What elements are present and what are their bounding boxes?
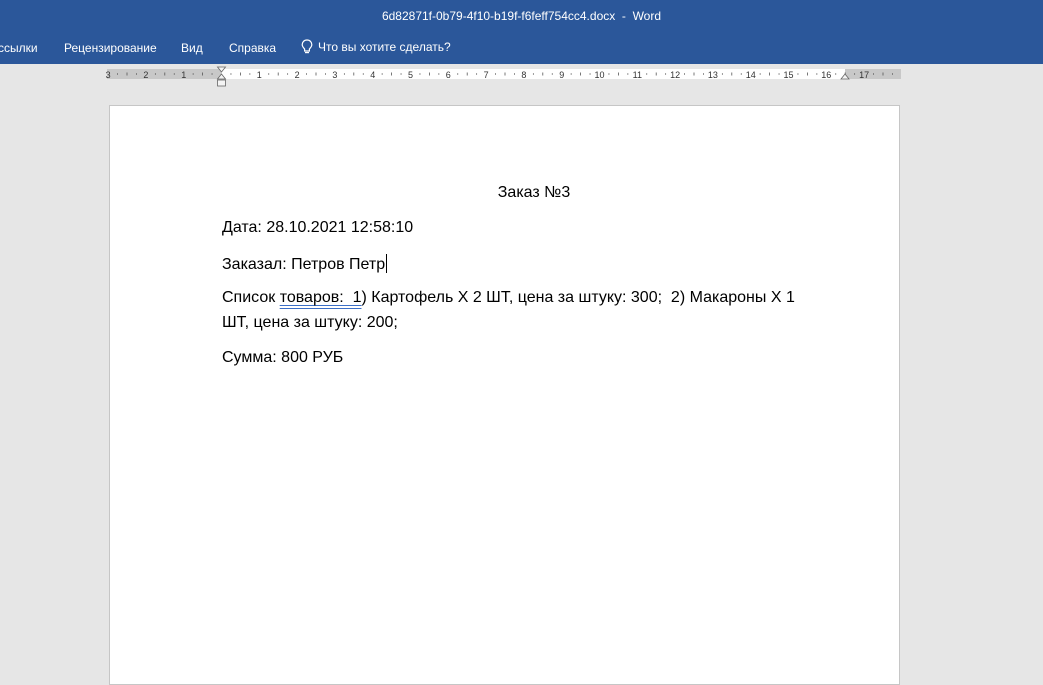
tab-view[interactable]: Вид	[181, 41, 203, 55]
ruler-label: 2	[295, 70, 300, 80]
ribbon-tab-bar: ссылки Рецензирование Вид Справка Что вы…	[0, 32, 1043, 64]
lightbulb-icon	[301, 39, 313, 54]
ruler-label: 8	[521, 70, 526, 80]
ruler-label-left: 2	[143, 70, 148, 80]
text-cursor	[386, 254, 388, 273]
sum-line: Сумма: 800 РУБ	[222, 349, 344, 366]
customer-text: Заказал: Петров Петр	[222, 256, 386, 273]
ruler-label: 17	[859, 70, 869, 80]
items-text-a: Список	[222, 289, 280, 306]
ruler-label: 10	[594, 70, 604, 80]
ruler-label-left: 3	[106, 70, 111, 80]
ruler-label: 5	[408, 70, 413, 80]
ruler-label: 4	[370, 70, 375, 80]
ruler-label: 16	[821, 70, 831, 80]
ruler-label: 1	[257, 70, 262, 80]
left-indent-marker[interactable]	[217, 79, 226, 87]
tell-me-search[interactable]: Что вы хотите сделать?	[301, 39, 451, 55]
ruler-area: 3 2 1 1 2 3 4 5 6 7 8 9 10 11 12 13 14 15 16 17	[0, 64, 1043, 94]
ruler-label: 6	[446, 70, 451, 80]
ruler-label: 11	[633, 70, 642, 80]
horizontal-ruler[interactable]: 3 2 1 1 2 3 4 5 6 7 8 9 10 11 12 13 14 15 16 17	[0, 64, 1043, 94]
tab-references[interactable]: ссылки	[0, 41, 38, 55]
ruler-label: 12	[670, 70, 680, 80]
grammar-flag[interactable]: товаров: 1	[280, 289, 362, 306]
ruler-label: 7	[484, 70, 489, 80]
ruler-label: 14	[746, 70, 756, 80]
document-title: Заказ №3	[497, 184, 571, 201]
ruler-label-left: 1	[181, 70, 186, 80]
document-page[interactable]: Заказ №3 Дата: 28.10.2021 12:58:10 Заказ…	[109, 105, 900, 685]
title-bar: 6d82871f-0b79-4f10-b19f-f6feff754cc4.doc…	[0, 0, 1043, 32]
ruler-label: 3	[332, 70, 337, 80]
ruler-margin-left	[107, 69, 222, 79]
tab-review[interactable]: Рецензирование	[64, 41, 157, 55]
ruler-label: 15	[783, 70, 793, 80]
ruler-label: 9	[559, 70, 564, 80]
date-line: Дата: 28.10.2021 12:58:10	[222, 219, 414, 236]
tell-me-label: Что вы хотите сделать?	[318, 40, 451, 54]
items-line: Список товаров: 1) Картофель Х 2 ШТ, цен…	[222, 289, 795, 307]
items-text-c: ) Картофель Х 2 ШТ, цена за штуку: 300; …	[361, 289, 795, 306]
customer-line: Заказал: Петров Петр	[222, 254, 388, 274]
window-title: 6d82871f-0b79-4f10-b19f-f6feff754cc4.doc…	[381, 9, 662, 23]
ruler-label: 13	[708, 70, 718, 80]
tab-help[interactable]: Справка	[229, 41, 276, 55]
items-line-continued: ШТ, цена за штуку: 200;	[222, 314, 398, 331]
